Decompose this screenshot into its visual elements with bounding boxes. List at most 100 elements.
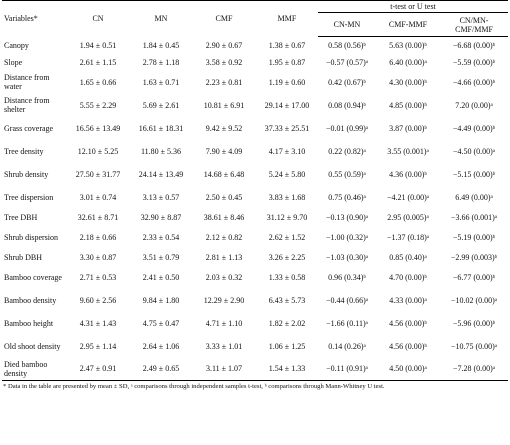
cell-var: Distance from water: [4, 73, 50, 91]
cell-cmf: 2.50 ± 0.45: [205, 192, 243, 202]
cell-var: Bamboo coverage: [4, 272, 62, 282]
cell-t1: −1.00 (0.32)ᵃ: [325, 232, 369, 242]
header-cmf-mmf: CMF-MMF: [376, 12, 440, 37]
cell-cn: 2.61 ± 1.15: [79, 57, 117, 67]
cell-t2: 0.85 (0.40)ᵃ: [389, 252, 427, 262]
cell-var: Tree dispersion: [4, 192, 54, 202]
cell-cmf: 3.58 ± 0.92: [205, 57, 243, 67]
cell-t1: 0.58 (0.56)ᵇ: [328, 40, 366, 50]
cell-mn: 2.41 ± 0.50: [142, 272, 180, 282]
cell-t3: −4.50 (0.00)ᵃ: [452, 146, 496, 156]
data-table: Variables* CN MN CMF MMF t-test or U tes…: [2, 0, 509, 381]
cell-var: Grass coverage: [4, 123, 54, 133]
cell-cn: 2.47 ± 0.91: [66, 357, 130, 381]
table-row: Bamboo height 4.31 ± 1.43 4.75 ± 0.47 4.71 …: [2, 312, 508, 335]
cell-t2: 4.70 (0.00)ᵇ: [389, 272, 427, 282]
cell-cmf: 2.81 ± 1.13: [205, 252, 243, 262]
cell-mmf: 1.54 ± 1.33: [256, 357, 318, 381]
cell-var: Died bamboo density: [2, 357, 66, 381]
cell-mmf: 1.38 ± 0.67: [268, 40, 306, 50]
header-variables: Variables*: [2, 0, 66, 37]
cell-t1: 0.55 (0.59)ᵃ: [328, 169, 366, 179]
cell-t2: 3.87 (0.00)ᵇ: [389, 123, 427, 133]
cell-var: Shrub dispersion: [4, 232, 58, 242]
cell-cn: 12.10 ± 5.25: [77, 146, 119, 156]
cell-cn: 2.95 ± 1.14: [79, 341, 117, 351]
cell-cn: 9.60 ± 2.56: [79, 295, 117, 305]
cell-t3: −2.99 (0.003)ᵇ: [450, 252, 498, 262]
cell-var: Old shoot density: [4, 341, 61, 351]
cell-mn: 2.33 ± 0.54: [142, 232, 180, 242]
cell-mmf: 1.19 ± 0.60: [268, 77, 306, 87]
cell-t2: 5.63 (0.00)ᵇ: [389, 40, 427, 50]
header-row-1: Variables* CN MN CMF MMF t-test or U tes…: [2, 0, 509, 37]
cell-mmf: 1.33 ± 0.58: [268, 272, 306, 282]
header-cn-mn: CN-MN: [318, 12, 376, 37]
cell-t3: 7.20 (0.00)ᵃ: [455, 100, 493, 110]
footnote: * Data in the table are presented by mea…: [3, 383, 385, 390]
cell-mn: 1.84 ± 0.45: [142, 40, 180, 50]
cell-var: Tree density: [4, 146, 44, 156]
cell-mn: 3.51 ± 0.79: [142, 252, 180, 262]
cell-t1: −1.03 (0.30)ᵃ: [325, 252, 369, 262]
cell-cmf: 4.71 ± 1.10: [205, 318, 243, 328]
cell-cn: 2.71 ± 0.53: [79, 272, 117, 282]
table-row: Shrub DBH 3.30 ± 0.87 3.51 ± 0.79 2.81 ± 1.…: [2, 249, 508, 266]
cell-cn: 2.18 ± 0.66: [79, 232, 117, 242]
table-row: Slope 2.61 ± 1.15 2.78 ± 1.18 3.58 ± 0.92 1.…: [2, 54, 508, 71]
cell-t3: −6.68 (0.00)ᵇ: [452, 40, 496, 50]
cell-cmf: 3.11 ± 1.07: [192, 357, 256, 381]
cell-var: Slope: [4, 57, 23, 67]
cell-cmf: 12.29 ± 2.90: [203, 295, 245, 305]
cell-mn: 2.49 ± 0.65: [130, 357, 192, 381]
cell-t2: −4.21 (0.00)ᵃ: [386, 192, 430, 202]
cell-t2: 4.36 (0.00)ᵇ: [389, 169, 427, 179]
table-row: Shrub density 27.50 ± 31.77 24.14 ± 13.49 1…: [2, 163, 508, 186]
cell-mn: 11.80 ± 5.36: [140, 146, 182, 156]
cell-t2: −1.37 (0.18)ᵃ: [386, 232, 430, 242]
cell-t1: 0.42 (0.67)ᵇ: [328, 77, 366, 87]
cell-cn: 3.30 ± 0.87: [79, 252, 117, 262]
cell-mmf: 5.24 ± 5.80: [268, 169, 306, 179]
cell-var: Bamboo height: [4, 318, 54, 328]
cell-t3: −6.77 (0.00)ᵇ: [452, 272, 496, 282]
cell-cn: 16.56 ± 13.49: [75, 123, 121, 133]
header-cmf: CMF: [192, 0, 256, 37]
cell-mn: 2.78 ± 1.18: [142, 57, 180, 67]
cell-cmf: 7.90 ± 4.09: [205, 146, 243, 156]
cell-t3: −7.28 (0.00)ᵃ: [440, 357, 509, 381]
header-mn: MN: [130, 0, 192, 37]
cell-cn: 27.50 ± 31.77: [75, 169, 121, 179]
cell-t1: −1.66 (0.11)ᵃ: [326, 318, 368, 328]
cell-t1: −0.11 (0.91)ᵃ: [318, 357, 376, 381]
cell-mmf: 29.14 ± 17.00: [264, 100, 310, 110]
cell-mn: 9.84 ± 1.80: [142, 295, 180, 305]
cell-cn: 1.94 ± 0.51: [79, 40, 117, 50]
cell-mmf: 1.06 ± 1.25: [268, 341, 306, 351]
cell-t1: 0.08 (0.94)ᵇ: [328, 100, 366, 110]
table-row: Old shoot density 2.95 ± 1.14 2.64 ± 1.06 3…: [2, 335, 508, 358]
cell-cmf: 2.03 ± 0.32: [205, 272, 243, 282]
cell-mn: 3.13 ± 0.57: [142, 192, 180, 202]
cell-t3: −4.66 (0.00)ᵇ: [452, 77, 496, 87]
cell-mmf: 2.62 ± 1.52: [268, 232, 306, 242]
cell-cn: 3.01 ± 0.74: [79, 192, 117, 202]
cell-mn: 16.61 ± 18.31: [138, 123, 184, 133]
cell-t1: −0.44 (0.66)ᵃ: [325, 295, 369, 305]
cell-t3: 6.49 (0.00)ᵃ: [455, 192, 493, 202]
cell-t3: −5.19 (0.00)ᵇ: [452, 232, 496, 242]
cell-t1: −0.13 (0.90)ᵃ: [325, 212, 369, 222]
cell-var: Shrub DBH: [4, 252, 43, 262]
cell-t2: 2.95 (0.005)ᵃ: [387, 212, 429, 222]
cell-mn: 2.64 ± 1.06: [142, 341, 180, 351]
cell-cmf: 10.81 ± 6.91: [203, 100, 245, 110]
cell-mn: 5.69 ± 2.61: [142, 100, 180, 110]
cell-t1: 0.96 (0.34)ᵇ: [328, 272, 366, 282]
table-row: Tree DBH 32.61 ± 8.71 32.90 ± 8.87 38.61 ± …: [2, 209, 508, 226]
cell-cmf: 9.42 ± 9.52: [205, 123, 243, 133]
cell-mmf: 6.43 ± 5.73: [268, 295, 306, 305]
cell-mn: 1.63 ± 0.71: [142, 77, 180, 87]
cell-cmf: 14.68 ± 6.48: [203, 169, 245, 179]
header-mmf: MMF: [256, 0, 318, 37]
cell-cmf: 38.61 ± 8.46: [203, 212, 245, 222]
